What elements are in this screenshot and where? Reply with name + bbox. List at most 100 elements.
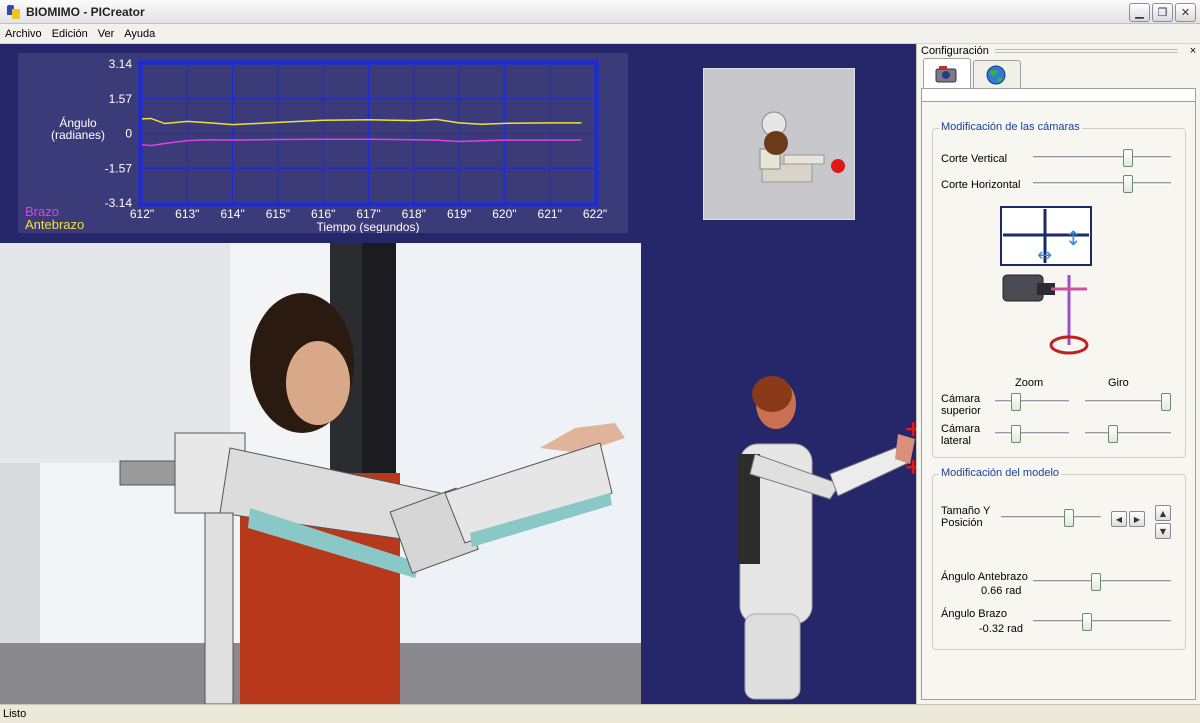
move-right-button[interactable]: ▶ [1129, 511, 1145, 527]
slider-thumb[interactable] [1011, 425, 1021, 443]
tab-camera[interactable] [923, 58, 971, 88]
angulo-antebrazo-label: Ángulo Antebrazo [941, 571, 1028, 583]
config-panel-title: Configuración [921, 45, 989, 57]
slider-thumb[interactable] [1107, 425, 1118, 443]
series-line-brazo [141, 138, 582, 147]
slider-thumb[interactable] [1122, 175, 1133, 193]
slider-thumb[interactable] [1064, 509, 1074, 527]
slider-track [1033, 182, 1171, 185]
move-left-button[interactable]: ◀ [1111, 511, 1127, 527]
3d-human-model[interactable]: + + [700, 374, 916, 704]
slider-track [995, 432, 1069, 435]
globe-icon [986, 65, 1006, 84]
menu-ayuda[interactable]: Ayuda [119, 28, 160, 40]
x-tick-label: 620" [492, 207, 516, 221]
svg-text:+: + [904, 417, 916, 442]
model-modification-group: Modificación del modelo Tamaño Y Posició… [932, 467, 1186, 650]
corte-horizontal-slider[interactable] [1033, 175, 1171, 193]
slider-thumb[interactable] [1161, 393, 1171, 411]
x-tick-label: 621" [538, 207, 562, 221]
angulo-brazo-slider[interactable] [1033, 613, 1171, 631]
y-tick-label: 3.14 [109, 57, 133, 71]
slider-track [1033, 620, 1171, 623]
legend-antebrazo: Antebrazo [25, 217, 85, 232]
zoom-lateral-slider[interactable] [995, 425, 1069, 443]
window-title: BIOMIMO - PICreator [26, 4, 145, 19]
series-line-antebrazo [141, 117, 582, 126]
close-button[interactable]: ✕ [1175, 3, 1196, 22]
y-tick-label: -1.57 [105, 161, 133, 175]
angulo-brazo-label: Ángulo Brazo [941, 608, 1008, 620]
minimize-button[interactable]: ▁ [1129, 3, 1150, 22]
window-controls: ▁ ❐ ✕ [1129, 3, 1196, 22]
top-camera-preview[interactable] [703, 68, 855, 220]
tamano-label-2: Posición [941, 517, 983, 529]
x-tick-label: 618" [402, 207, 426, 221]
restore-button[interactable]: ❐ [1152, 3, 1173, 22]
menu-bar: Archivo Edición Ver Ayuda [0, 24, 1200, 44]
slider-thumb[interactable] [1011, 393, 1021, 411]
camara-lateral-label-1: Cámara [941, 423, 981, 435]
x-tick-label: 622" [583, 207, 607, 221]
svg-text:+: + [904, 455, 916, 480]
move-up-button[interactable]: ▲ [1155, 505, 1171, 521]
status-bar: Listo [0, 704, 1200, 723]
slider-track [1085, 400, 1171, 403]
y-tick-label: -3.14 [105, 196, 133, 210]
camara-superior-label-1: Cámara [941, 393, 981, 405]
camera-group-title: Modificación de las cámaras [939, 121, 1082, 133]
title-bar: BIOMIMO - PICreator ▁ ❐ ✕ [0, 0, 1200, 24]
giro-lateral-slider[interactable] [1085, 425, 1171, 443]
y-axis-label-line2: (radianes) [51, 128, 105, 142]
move-down-button[interactable]: ▼ [1155, 523, 1171, 539]
panel-grip[interactable] [994, 49, 1178, 53]
slider-track [1085, 432, 1171, 435]
main-3d-view[interactable]: 3.14 1.57 0 -1.57 -3.14 612" 613" 614" 615" 616"… [0, 44, 916, 704]
status-text: Listo [3, 708, 27, 720]
horizontal-arrow-icon: ↔ [1037, 245, 1052, 266]
menu-ver[interactable]: Ver [93, 28, 120, 40]
zoom-superior-slider[interactable] [995, 393, 1069, 411]
model-figure: + + [738, 376, 916, 700]
tamano-label-1: Tamaño Y [941, 505, 991, 517]
camera-diagram: ↕ ↔ [1000, 206, 1092, 355]
camera-icon [935, 65, 957, 82]
slider-thumb[interactable] [1122, 149, 1133, 167]
close-panel-icon[interactable]: × [1186, 45, 1200, 57]
vertical-arrow-icon: ↕ [1065, 226, 1082, 250]
y-tick-label: 1.57 [109, 92, 133, 106]
top-view-model-figure [759, 111, 845, 183]
tamano-slider[interactable] [1001, 509, 1101, 527]
camera-modification-group: Modificación de las cámaras Corte Vertic… [932, 121, 1186, 458]
menu-archivo[interactable]: Archivo [0, 28, 47, 40]
angle-chart-svg: 3.14 1.57 0 -1.57 -3.14 612" 613" 614" 615" 616"… [51, 57, 607, 233]
camera-tab-body: Modificación de las cámaras Corte Vertic… [921, 102, 1196, 700]
corte-vertical-label: Corte Vertical [941, 153, 1008, 165]
camara-superior-label-2: superior [941, 405, 981, 417]
config-panel: Configuración × Modificación de las cáma… [916, 44, 1200, 704]
slider-thumb[interactable] [1081, 613, 1092, 631]
x-axis-label: Tiempo (segundos) [317, 220, 420, 233]
tab-strip [921, 88, 1196, 102]
zoom-label: Zoom [1015, 377, 1044, 389]
slider-track [1001, 516, 1101, 519]
angulo-antebrazo-slider[interactable] [1033, 573, 1171, 591]
slider-track [995, 400, 1069, 403]
camara-lateral-label-2: lateral [941, 435, 971, 447]
corte-vertical-slider[interactable] [1033, 149, 1171, 167]
angulo-antebrazo-value: 0.66 rad [981, 585, 1022, 597]
angulo-brazo-value: -0.32 rad [979, 623, 1024, 635]
slider-track [1033, 156, 1171, 159]
x-tick-label: 619" [447, 207, 471, 221]
giro-label: Giro [1108, 377, 1129, 389]
giro-superior-slider[interactable] [1085, 393, 1171, 411]
x-tick-label: 615" [266, 207, 290, 221]
tab-world[interactable] [973, 60, 1021, 88]
model-group-title: Modificación del modelo [939, 467, 1062, 479]
x-tick-label: 616" [311, 207, 335, 221]
corte-horizontal-label: Corte Horizontal [941, 179, 1021, 191]
slider-thumb[interactable] [1090, 573, 1101, 591]
camera-video-feed [0, 243, 641, 704]
config-panel-header: Configuración × [917, 44, 1200, 58]
menu-edicion[interactable]: Edición [47, 28, 93, 40]
